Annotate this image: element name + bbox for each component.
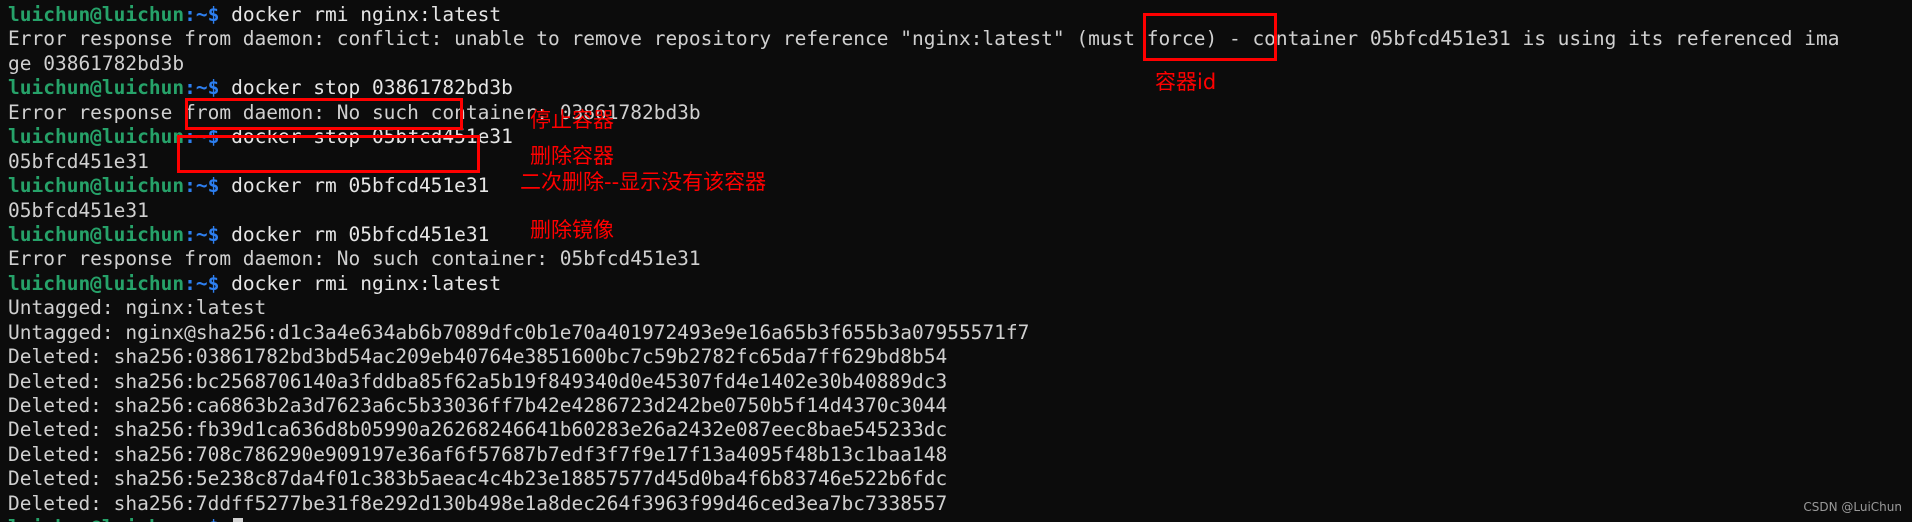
annotation-label-remove-image: 删除镜像 (530, 218, 614, 242)
terminal-prompt-line: luichun@luichun:~$ (8, 516, 1908, 522)
terminal-command: docker stop 05bfcd451e31 (219, 125, 513, 149)
prompt-path: ~ (196, 516, 208, 522)
terminal-command: docker rm 05bfcd451e31 (219, 174, 490, 198)
prompt-path: ~ (195, 3, 208, 26)
prompt-user-host: luichun@luichun (8, 516, 184, 522)
annotation-label-container-id: 容器id (1155, 70, 1217, 94)
terminal-output-text: Error response from daemon: conflict: un… (8, 27, 1840, 51)
annotation-label-stop-container: 停止容器 (530, 108, 614, 132)
prompt-sigil: $ (207, 271, 220, 295)
terminal-output-text: Deleted: sha256:ca6863b2a3d7623a6c5b3303… (8, 394, 948, 417)
prompt-user-host: luichun@luichun (8, 174, 185, 198)
prompt-path: ~ (195, 271, 208, 295)
prompt-path: ~ (195, 222, 208, 246)
prompt-sigil: $ (207, 76, 220, 100)
terminal-output-line: Error response from daemon: No such cont… (8, 247, 1908, 271)
terminal-output-text: Untagged: nginx@sha256:d1c3a4e634ab6b708… (8, 320, 1030, 344)
terminal-prompt-line: luichun@luichun:~$ docker rmi nginx:late… (8, 3, 1908, 27)
prompt-colon: : (184, 125, 196, 149)
terminal-output-text: Deleted: sha256:fb39d1ca636d8b05990a2626… (8, 418, 948, 442)
terminal-output-line: Deleted: sha256:708c786290e909197e36af6f… (8, 443, 1908, 467)
terminal-prompt-line: luichun@luichun:~$ docker stop 03861782b… (8, 76, 1908, 100)
terminal-output-line: Untagged: nginx@sha256:d1c3a4e634ab6b708… (8, 321, 1908, 345)
terminal-output-text: ge 03861782bd3b (8, 51, 185, 75)
prompt-colon: : (184, 271, 196, 295)
terminal-output-line: ge 03861782bd3b (8, 52, 1908, 76)
terminal-output-area[interactable]: luichun@luichun:~$ docker rmi nginx:late… (8, 3, 1908, 522)
annotation-label-remove-again: 二次删除--显示没有该容器 (520, 170, 767, 194)
terminal-prompt-line: luichun@luichun:~$ docker stop 05bfcd451… (8, 125, 1908, 149)
prompt-user-host: luichun@luichun (8, 271, 185, 295)
prompt-sigil: $ (207, 174, 220, 198)
terminal-output-line: Deleted: sha256:03861782bd3bd54ac209eb40… (8, 345, 1908, 369)
terminal-output-text: Error response from daemon: No such cont… (8, 247, 701, 271)
prompt-sigil: $ (207, 3, 220, 26)
prompt-colon: : (184, 3, 196, 26)
terminal-command: docker rmi nginx:latest (219, 271, 502, 295)
terminal-output-line: 05bfcd451e31 (8, 199, 1908, 223)
annotation-label-remove-container: 删除容器 (530, 144, 614, 168)
terminal-command: docker rmi nginx:latest (219, 3, 502, 26)
prompt-user-host: luichun@luichun (8, 222, 185, 246)
terminal-output-text: 05bfcd451e31 (8, 149, 149, 173)
terminal-output-line: Deleted: sha256:fb39d1ca636d8b05990a2626… (8, 418, 1908, 442)
terminal-command: docker rm 05bfcd451e31 (219, 222, 490, 246)
prompt-colon: : (184, 516, 196, 522)
terminal-output-line: Error response from daemon: conflict: un… (8, 27, 1908, 51)
terminal-command (219, 516, 231, 522)
terminal-output-text: Deleted: sha256:03861782bd3bd54ac209eb40… (8, 345, 948, 369)
terminal-output-text: Deleted: sha256:5e238c87da4f01c383b5aeac… (8, 467, 948, 491)
terminal-screenshot: luichun@luichun:~$ docker rmi nginx:late… (0, 0, 1912, 522)
terminal-output-line: Deleted: sha256:5e238c87da4f01c383b5aeac… (8, 467, 1908, 491)
prompt-colon: : (184, 76, 196, 100)
terminal-output-text: Deleted: sha256:708c786290e909197e36af6f… (8, 442, 948, 466)
terminal-output-text: 05bfcd451e31 (8, 198, 149, 222)
csdn-watermark: CSDN @LuiChun (1803, 500, 1902, 514)
terminal-output-text: Untagged: nginx:latest (8, 296, 267, 320)
terminal-output-line: Error response from daemon: No such cont… (8, 101, 1908, 125)
prompt-user-host: luichun@luichun (8, 3, 185, 26)
terminal-output-line: Deleted: sha256:ca6863b2a3d7623a6c5b3303… (8, 394, 1908, 418)
terminal-output-text: Deleted: sha256:7ddff5277be31f8e292d130b… (8, 491, 948, 515)
prompt-sigil: $ (207, 125, 220, 149)
prompt-path: ~ (195, 125, 208, 149)
terminal-output-line: 05bfcd451e31 (8, 150, 1908, 174)
terminal-output-text: Deleted: sha256:bc2568706140a3fddba85f62… (8, 369, 948, 393)
terminal-output-line: Deleted: sha256:7ddff5277be31f8e292d130b… (8, 492, 1908, 516)
prompt-user-host: luichun@luichun (8, 125, 185, 149)
prompt-colon: : (184, 174, 196, 198)
terminal-prompt-line: luichun@luichun:~$ docker rm 05bfcd451e3… (8, 223, 1908, 247)
terminal-output-line: Untagged: nginx:latest (8, 296, 1908, 320)
prompt-path: ~ (195, 174, 208, 198)
prompt-user-host: luichun@luichun (8, 76, 185, 100)
prompt-sigil: $ (208, 516, 220, 522)
terminal-command: docker stop 03861782bd3b (219, 76, 513, 100)
prompt-sigil: $ (207, 222, 220, 246)
prompt-path: ~ (195, 76, 208, 100)
terminal-output-line: Deleted: sha256:bc2568706140a3fddba85f62… (8, 370, 1908, 394)
terminal-prompt-line: luichun@luichun:~$ docker rm 05bfcd451e3… (8, 174, 1908, 198)
prompt-colon: : (184, 222, 196, 246)
terminal-prompt-line: luichun@luichun:~$ docker rmi nginx:late… (8, 272, 1908, 296)
terminal-cursor (233, 518, 244, 522)
